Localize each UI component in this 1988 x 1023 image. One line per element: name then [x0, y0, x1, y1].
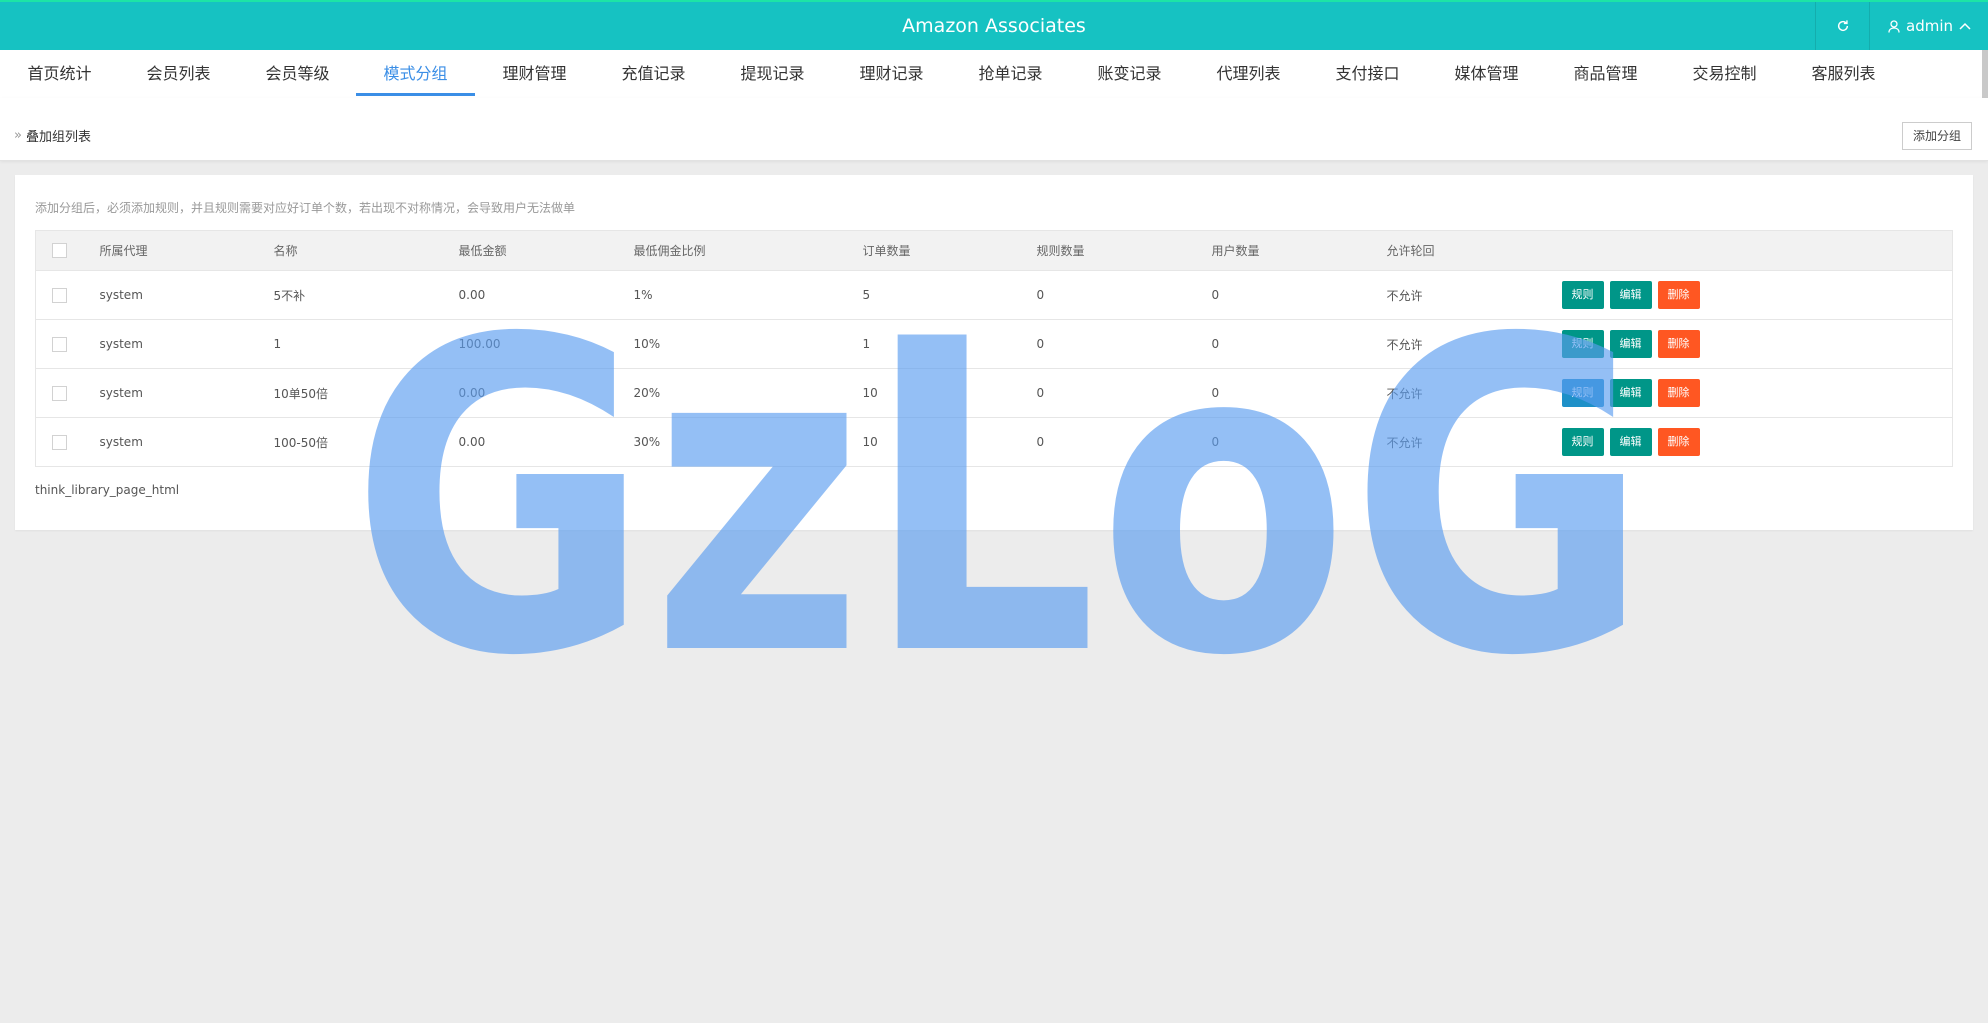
cell-name: 100-50倍 — [273, 417, 459, 467]
table-row: system 5不补 0.00 1% 5 0 0 不允许 规则 编辑 删除 — [35, 270, 1953, 320]
cell-agent: system — [99, 270, 274, 320]
col-header: 最低金额 — [458, 230, 634, 271]
tab-6[interactable]: 充值记录 — [594, 50, 713, 98]
double-chevron-right-icon: » — [14, 128, 22, 143]
cell-orders: 5 — [862, 270, 1037, 320]
cell-users: 0 — [1211, 270, 1387, 320]
tab-16[interactable]: 客服列表 — [1784, 50, 1903, 98]
col-header: 订单数量 — [862, 230, 1037, 271]
cell-rules: 0 — [1036, 270, 1212, 320]
chevron-up-icon — [1959, 22, 1971, 30]
tab-10[interactable]: 账变记录 — [1070, 50, 1189, 98]
tab-2[interactable]: 会员列表 — [119, 50, 238, 98]
cell-agent: system — [99, 368, 274, 418]
cell-min-rate: 10% — [633, 319, 863, 369]
refresh-icon — [1837, 20, 1849, 32]
col-header: 规则数量 — [1036, 230, 1212, 271]
cell-loop: 不允许 — [1386, 417, 1562, 467]
top-bar: Amazon Associates admin — [0, 0, 1988, 50]
edit-button[interactable]: 编辑 — [1609, 330, 1652, 358]
cell-min-rate: 30% — [633, 417, 863, 467]
cell-name: 5不补 — [273, 270, 459, 320]
tab-14[interactable]: 商品管理 — [1546, 50, 1665, 98]
cell-name: 1 — [273, 319, 459, 369]
row-checkbox[interactable] — [52, 287, 67, 303]
table-header: 所属代理 名称 最低金额 最低佣金比例 订单数量 规则数量 用户数量 允许轮回 — [35, 230, 1953, 271]
cell-min-rate: 1% — [633, 270, 863, 320]
edit-button[interactable]: 编辑 — [1609, 281, 1652, 309]
row-checkbox[interactable] — [52, 434, 67, 450]
cell-rules: 0 — [1036, 319, 1212, 369]
rules-button[interactable]: 规则 — [1561, 281, 1604, 309]
delete-button[interactable]: 删除 — [1657, 330, 1700, 358]
tab-13[interactable]: 媒体管理 — [1427, 50, 1546, 98]
refresh-button[interactable] — [1815, 2, 1870, 50]
main-nav: 首页统计 会员列表 会员等级 模式分组 理财管理 充值记录 提现记录 理财记录 抢单记录 账变记录… — [0, 50, 1988, 98]
row-checkbox[interactable] — [52, 385, 67, 401]
cell-users: 0 — [1211, 417, 1387, 467]
select-all-checkbox[interactable] — [52, 243, 67, 258]
cell-loop: 不允许 — [1386, 319, 1562, 369]
content-card: 添加分组后，必须添加规则，并且规则需要对应好订单个数，若出现不对称情况，会导致用… — [15, 175, 1973, 530]
rules-button[interactable]: 规则 — [1561, 428, 1604, 456]
app-title: Amazon Associates — [902, 15, 1086, 37]
cell-min-rate: 20% — [633, 368, 863, 418]
table-row: system 1 100.00 10% 1 0 0 不允许 规则 编辑 删除 — [35, 319, 1953, 369]
delete-button[interactable]: 删除 — [1657, 379, 1700, 407]
group-table: 所属代理 名称 最低金额 最低佣金比例 订单数量 规则数量 用户数量 允许轮回 … — [35, 230, 1953, 467]
tab-3[interactable]: 会员等级 — [238, 50, 357, 98]
cell-users: 0 — [1211, 368, 1387, 418]
cell-name: 10单50倍 — [273, 368, 459, 418]
hint-text: 添加分组后，必须添加规则，并且规则需要对应好订单个数，若出现不对称情况，会导致用… — [35, 201, 576, 215]
cell-users: 0 — [1211, 319, 1387, 369]
rules-button[interactable]: 规则 — [1561, 379, 1604, 407]
col-header: 用户数量 — [1211, 230, 1387, 271]
cell-orders: 1 — [862, 319, 1037, 369]
breadcrumb: » 叠加组列表 — [14, 126, 91, 145]
tab-15[interactable]: 交易控制 — [1665, 50, 1784, 98]
tab-8[interactable]: 理财记录 — [832, 50, 951, 98]
tab-4[interactable]: 模式分组 — [356, 50, 475, 98]
table-row: system 100-50倍 0.00 30% 10 0 0 不允许 规则 编辑 删除 — [35, 417, 1953, 467]
tab-9[interactable]: 抢单记录 — [951, 50, 1070, 98]
add-group-button[interactable]: 添加分组 — [1901, 122, 1972, 150]
cell-rules: 0 — [1036, 368, 1212, 418]
user-icon — [1888, 19, 1900, 33]
tab-11[interactable]: 代理列表 — [1189, 50, 1308, 98]
breadcrumb-label: 叠加组列表 — [25, 130, 91, 145]
col-header: 所属代理 — [99, 230, 274, 271]
scrollbar[interactable] — [1982, 50, 1988, 98]
cell-orders: 10 — [862, 368, 1037, 418]
edit-button[interactable]: 编辑 — [1609, 379, 1652, 407]
cell-agent: system — [99, 417, 274, 467]
user-menu[interactable]: admin — [1869, 2, 1988, 50]
rules-button[interactable]: 规则 — [1561, 330, 1604, 358]
cell-loop: 不允许 — [1386, 270, 1562, 320]
cell-rules: 0 — [1036, 417, 1212, 467]
tab-1[interactable]: 首页统计 — [0, 50, 119, 98]
tab-7[interactable]: 提现记录 — [713, 50, 832, 98]
col-header: 名称 — [273, 230, 459, 271]
cell-min-amount: 0.00 — [458, 270, 634, 320]
cell-orders: 10 — [862, 417, 1037, 467]
cell-min-amount: 0.00 — [458, 368, 634, 418]
col-header: 允许轮回 — [1386, 230, 1562, 271]
tab-12[interactable]: 支付接口 — [1308, 50, 1427, 98]
username: admin — [1906, 17, 1953, 35]
cell-agent: system — [99, 319, 274, 369]
tab-5[interactable]: 理财管理 — [475, 50, 594, 98]
delete-button[interactable]: 删除 — [1657, 428, 1700, 456]
table-row: system 10单50倍 0.00 20% 10 0 0 不允许 规则 编辑 删除 — [35, 368, 1953, 418]
cell-loop: 不允许 — [1386, 368, 1562, 418]
pagination: think_library_page_html — [35, 483, 180, 497]
cell-min-amount: 0.00 — [458, 417, 634, 467]
delete-button[interactable]: 删除 — [1657, 281, 1700, 309]
breadcrumb-bar: » 叠加组列表 添加分组 — [0, 98, 1988, 161]
edit-button[interactable]: 编辑 — [1609, 428, 1652, 456]
row-checkbox[interactable] — [52, 336, 67, 352]
col-header: 最低佣金比例 — [633, 230, 863, 271]
cell-min-amount: 100.00 — [458, 319, 634, 369]
